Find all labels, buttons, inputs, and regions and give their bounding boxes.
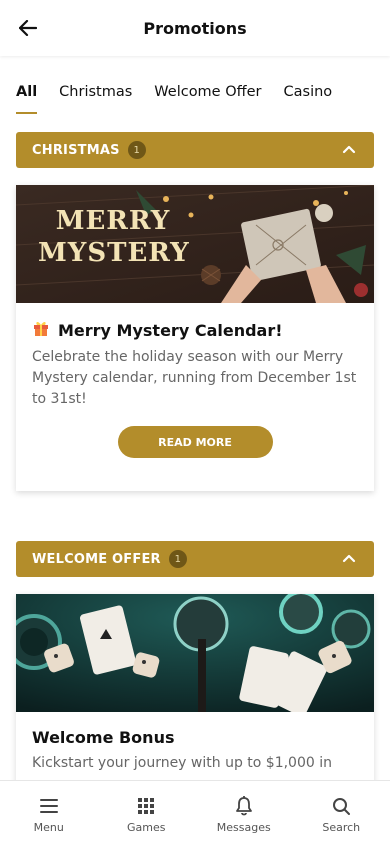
promo-card-title: Merry Mystery Calendar!: [16, 303, 374, 341]
nav-label: Messages: [216, 821, 271, 834]
chevron-up-icon: [342, 554, 356, 563]
tab-all[interactable]: All: [16, 84, 38, 114]
nav-menu[interactable]: Menu: [0, 781, 98, 844]
promotions-content[interactable]: All Christmas Welcome Offer Casino CHRIS…: [0, 56, 390, 780]
promotions-list: All Christmas Welcome Offer Casino CHRIS…: [6, 64, 390, 780]
promo-banner-image: MERRY MYSTERY: [16, 185, 374, 303]
section-header-christmas[interactable]: CHRISTMAS 1: [16, 132, 374, 168]
count-badge: 1: [168, 550, 187, 568]
tab-casino[interactable]: Casino: [284, 84, 333, 114]
count-badge: 1: [127, 141, 146, 159]
header: Promotions: [0, 0, 390, 56]
menu-icon: [39, 799, 58, 813]
read-more-button[interactable]: READ MORE: [117, 426, 273, 458]
tab-welcome-offer[interactable]: Welcome Offer: [154, 84, 261, 114]
tab-christmas[interactable]: Christmas: [59, 84, 132, 114]
nav-label: Menu: [33, 821, 64, 834]
promo-card-welcome-bonus: Welcome Bonus Kickstart your journey wit…: [16, 594, 374, 780]
promo-card-title: Welcome Bonus: [32, 728, 175, 747]
section-header-welcome-offer[interactable]: WELCOME OFFER 1: [16, 541, 374, 577]
section-title: CHRISTMAS: [32, 142, 120, 158]
nav-messages[interactable]: Messages: [195, 781, 293, 844]
bell-icon: [235, 796, 252, 816]
grid-icon: [138, 798, 155, 814]
nav-search[interactable]: Search: [293, 781, 390, 844]
banner-title: MERRY MYSTERY: [38, 205, 190, 269]
banner-line-2: MYSTERY: [38, 238, 190, 268]
promo-card-merry-mystery: MERRY MYSTERY Merry Mystery Calendar! Ce…: [16, 185, 374, 491]
nav-label: Search: [322, 821, 361, 834]
promo-card-title-text: Merry Mystery Calendar!: [58, 320, 283, 340]
app-screen: Promotions All Christmas Welcome Offer C…: [0, 0, 390, 844]
promo-card-description: Kickstart your journey with up to $1,000…: [32, 755, 332, 771]
back-button[interactable]: [14, 14, 42, 42]
promo-card-description: Celebrate the holiday season with our Me…: [32, 349, 357, 407]
arrow-left-icon: [19, 20, 37, 36]
promo-banner-image: [16, 594, 374, 712]
nav-games[interactable]: Games: [98, 781, 196, 844]
banner-line-1: MERRY: [55, 206, 171, 236]
nav-label: Games: [127, 821, 166, 834]
bottom-nav: Menu Games Messages Search: [0, 780, 390, 844]
gift-icon: [32, 319, 50, 341]
search-icon: [333, 798, 351, 815]
category-tabs: All Christmas Welcome Offer Casino: [16, 84, 354, 114]
chevron-up-icon: [342, 145, 356, 154]
casino-banner-graphic: [16, 594, 374, 712]
section-title: WELCOME OFFER: [32, 551, 161, 567]
page-title: Promotions: [143, 18, 247, 38]
